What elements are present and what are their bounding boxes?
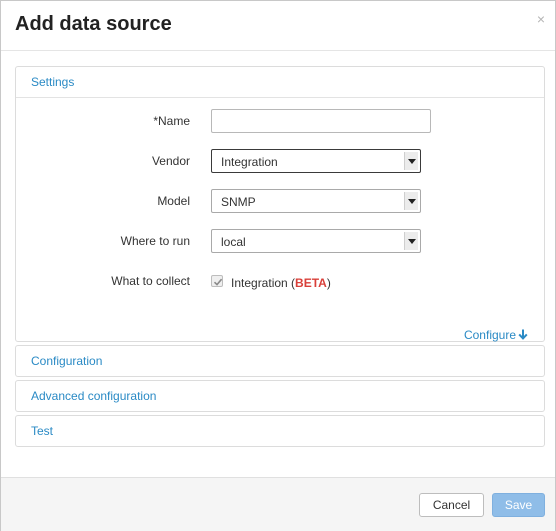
settings-section-header[interactable]: Settings	[16, 67, 544, 98]
arrow-down-icon	[518, 329, 528, 340]
checkmark-icon	[213, 278, 223, 286]
add-data-source-dialog: Add data source × Settings *Name Vendor …	[0, 0, 556, 531]
what-to-collect-label: What to collect	[111, 274, 190, 288]
advanced-configuration-panel: Advanced configuration	[15, 380, 545, 412]
configuration-panel: Configuration	[15, 345, 545, 377]
integration-checkbox[interactable]	[211, 275, 223, 287]
configure-link-label: Configure	[463, 328, 516, 342]
where-to-run-label: Where to run	[120, 234, 190, 248]
where-to-run-select[interactable]: local	[211, 229, 421, 253]
name-label: *Name	[153, 114, 190, 128]
where-to-run-row: Where to run local	[16, 229, 544, 253]
close-icon[interactable]: ×	[537, 12, 545, 26]
name-row: *Name	[16, 109, 544, 133]
cancel-button[interactable]: Cancel	[419, 493, 484, 517]
advanced-configuration-section-header[interactable]: Advanced configuration	[16, 381, 544, 412]
vendor-row: Vendor Integration	[16, 149, 544, 173]
what-to-collect-row: What to collect Integration (BETA)	[16, 269, 544, 293]
integration-label-text: Integration (	[231, 276, 296, 290]
dialog-footer: Cancel Save	[1, 477, 555, 531]
configuration-section-header[interactable]: Configuration	[16, 346, 544, 377]
settings-panel: Settings *Name Vendor Integration Model …	[15, 66, 545, 342]
configure-link[interactable]: Configure	[464, 328, 528, 342]
vendor-label: Vendor	[151, 154, 190, 168]
chevron-down-icon	[404, 192, 418, 210]
model-row: Model SNMP	[16, 189, 544, 213]
model-label: Model	[157, 194, 190, 208]
name-input[interactable]	[211, 109, 431, 133]
vendor-select-value: Integration	[221, 155, 278, 169]
dialog-title: Add data source	[15, 13, 172, 35]
model-select[interactable]: SNMP	[211, 189, 421, 213]
beta-badge: BETA	[295, 276, 327, 290]
dialog-header: Add data source ×	[1, 1, 555, 51]
test-section-header[interactable]: Test	[16, 416, 544, 447]
model-select-value: SNMP	[221, 195, 256, 209]
test-panel: Test	[15, 415, 545, 447]
integration-label-close: )	[326, 276, 331, 290]
chevron-down-icon	[404, 152, 418, 170]
chevron-down-icon	[404, 232, 418, 250]
integration-checkbox-label: Integration (BETA)	[231, 276, 331, 290]
vendor-select[interactable]: Integration	[211, 149, 421, 173]
save-button[interactable]: Save	[492, 493, 545, 517]
where-to-run-select-value: local	[221, 235, 246, 249]
